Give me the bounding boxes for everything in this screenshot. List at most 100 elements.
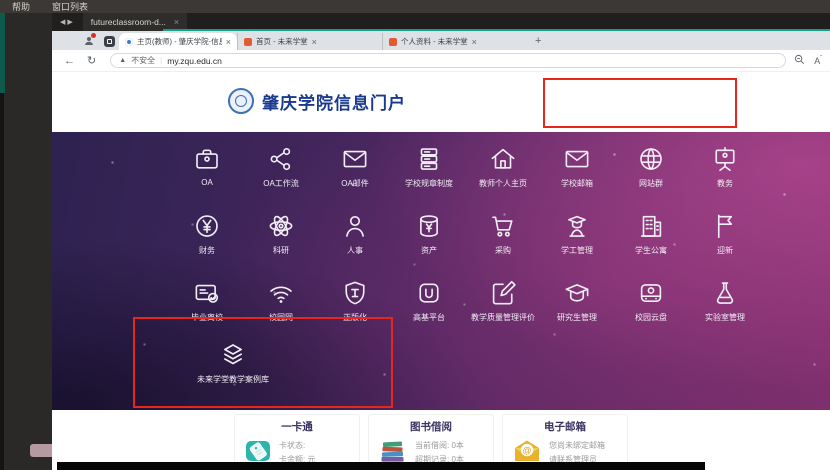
profile-icon[interactable] xyxy=(82,34,96,48)
service-item-17[interactable]: 校园网 xyxy=(244,276,318,343)
flask-icon xyxy=(710,276,740,310)
notification-dot xyxy=(91,33,96,38)
service-item-19[interactable]: 高基平台 xyxy=(392,276,466,343)
service-label: 网站群 xyxy=(639,178,663,189)
url-text[interactable]: my.zqu.edu.cn xyxy=(167,56,222,66)
service-item-1[interactable]: OA工作流 xyxy=(244,142,318,209)
warning-icon[interactable]: ▲ xyxy=(119,57,126,64)
edit-icon xyxy=(488,276,518,310)
card-line: 卡状态: xyxy=(279,440,315,451)
home-icon xyxy=(488,142,518,176)
briefcase-icon xyxy=(192,142,222,176)
close-icon[interactable]: × xyxy=(312,37,317,47)
building-icon xyxy=(636,209,666,243)
redaction-bar xyxy=(57,462,705,470)
service-item-13[interactable]: 学工管理 xyxy=(540,209,614,276)
services-grid: OAOA工作流OA邮件学校规章制度 教师个人主页 学校邮箱 网站群 教务财务科研 人事资产… xyxy=(170,142,764,343)
layers-icon xyxy=(218,338,248,372)
close-icon[interactable]: × xyxy=(472,37,477,47)
service-label: 科研 xyxy=(273,245,289,256)
service-item-21[interactable]: 研究生管理 xyxy=(540,276,614,343)
text-size-icon[interactable]: Aˆ xyxy=(814,56,822,66)
cart-icon xyxy=(488,209,518,243)
services-banner: OAOA工作流OA邮件学校规章制度 教师个人主页 学校邮箱 网站群 教务财务科研 人事资产… xyxy=(52,132,830,410)
service-item-9[interactable]: 科研 xyxy=(244,209,318,276)
info-card-2[interactable]: 电子邮箱@您尚未绑定邮箱请联系管理员 xyxy=(502,414,628,468)
service-item-7[interactable]: 教务 xyxy=(688,142,762,209)
desktop-side-panel xyxy=(0,13,52,470)
svg-text:@: @ xyxy=(522,445,531,455)
service-label: 正版化 xyxy=(343,312,367,323)
service-item-14[interactable]: 学生公寓 xyxy=(614,209,688,276)
globe-icon xyxy=(636,142,666,176)
atom-icon xyxy=(266,209,296,243)
info-card-1[interactable]: 图书借阅当前借阅: 0本超期记录: 0本 xyxy=(368,414,494,468)
student-icon xyxy=(562,209,592,243)
service-item-0[interactable]: OA xyxy=(170,142,244,209)
service-item-11[interactable]: 资产 xyxy=(392,209,466,276)
service-item-future-classroom-case-library[interactable]: 未来学堂教学案例库 xyxy=(178,338,288,385)
service-label: 教学质量管理评价 xyxy=(471,312,535,323)
service-item-15[interactable]: 迎新 xyxy=(688,209,762,276)
quick-info-section: 一卡通卡状态:卡余额: 元图书借阅当前借阅: 0本超期记录: 0本电子邮箱@您尚… xyxy=(52,410,830,470)
service-label: 教师个人主页 xyxy=(479,178,527,189)
browser-window: 主页(教师) - 肇庆学院-信息门户 × 首页 - 未来学堂 × 个人资料 - … xyxy=(52,31,830,470)
service-item-23[interactable]: 实验室管理 xyxy=(688,276,762,343)
service-item-10[interactable]: 人事 xyxy=(318,209,392,276)
tab-nav-arrows[interactable]: ◀▶ xyxy=(60,18,75,26)
close-icon[interactable]: × xyxy=(226,37,231,47)
tab-title: 个人资料 - 未来学堂 xyxy=(401,36,468,47)
service-item-8[interactable]: 财务 xyxy=(170,209,244,276)
tab-future-classroom-home[interactable]: 首页 - 未来学堂 × xyxy=(237,33,382,50)
browser-tabstrip: 主页(教师) - 肇庆学院-信息门户 × 首页 - 未来学堂 × 个人资料 - … xyxy=(52,31,830,50)
tab-future-classroom-profile[interactable]: 个人资料 - 未来学堂 × xyxy=(382,33,527,50)
service-item-6[interactable]: 网站群 xyxy=(614,142,688,209)
envelope-icon xyxy=(340,142,370,176)
service-label: 学校规章制度 xyxy=(405,178,453,189)
new-tab-button[interactable]: + xyxy=(535,35,541,47)
service-label: 校园网 xyxy=(269,312,293,323)
service-label: 学工管理 xyxy=(561,245,593,256)
portal-header: 肇庆学院信息门户 欢迎您！未来学堂教学案例库 修改密码 退出 xyxy=(52,72,830,132)
address-bar[interactable]: ▲ 不安全 | my.zqu.edu.cn xyxy=(110,53,786,68)
service-item-18[interactable]: 正版化 xyxy=(318,276,392,343)
card-title: 电子邮箱 xyxy=(503,419,627,434)
grad-cap-icon xyxy=(562,276,592,310)
menu-help[interactable]: 帮助 xyxy=(12,0,30,13)
site-title: 肇庆学院信息门户 xyxy=(262,89,406,114)
service-item-4[interactable]: 教师个人主页 xyxy=(466,142,540,209)
yen-circle-icon xyxy=(192,209,222,243)
info-card-0[interactable]: 一卡通卡状态:卡余额: 元 xyxy=(234,414,360,468)
tab-zqu-portal[interactable]: 主页(教师) - 肇庆学院-信息门户 × xyxy=(119,33,237,50)
star-decoration xyxy=(52,132,53,133)
service-label: 高基平台 xyxy=(413,312,445,323)
zoom-out-icon[interactable] xyxy=(794,54,805,67)
card-check-icon xyxy=(192,276,222,310)
person-icon xyxy=(340,209,370,243)
desktop-accent-strip xyxy=(0,13,5,93)
service-item-22[interactable]: 校园云盘 xyxy=(614,276,688,343)
service-label: 实验室管理 xyxy=(705,312,745,323)
future-classroom-favicon xyxy=(389,38,397,46)
u-square-icon xyxy=(414,276,444,310)
envelope-icon xyxy=(562,142,592,176)
service-item-12[interactable]: 采购 xyxy=(466,209,540,276)
refresh-icon[interactable]: ↻ xyxy=(87,54,96,67)
service-item-5[interactable]: 学校邮箱 xyxy=(540,142,614,209)
menu-window-list[interactable]: 窗口列表 xyxy=(52,0,88,13)
service-item-2[interactable]: OA邮件 xyxy=(318,142,392,209)
database-yen-icon xyxy=(414,209,444,243)
service-item-16[interactable]: 毕业离校 xyxy=(170,276,244,343)
service-label: 教务 xyxy=(717,178,733,189)
portal-brand[interactable]: 肇庆学院信息门户 xyxy=(228,88,406,114)
back-icon[interactable]: ← xyxy=(64,55,75,67)
card-title: 一卡通 xyxy=(235,419,359,434)
service-label: 学校邮箱 xyxy=(561,178,593,189)
flag-icon xyxy=(710,209,740,243)
card-line: 您尚未绑定邮箱 xyxy=(549,440,605,451)
close-icon[interactable]: × xyxy=(174,17,179,27)
share-nodes-icon xyxy=(266,142,296,176)
workspaces-icon[interactable] xyxy=(102,34,116,48)
service-item-3[interactable]: 学校规章制度 xyxy=(392,142,466,209)
service-item-20[interactable]: 教学质量管理评价 xyxy=(466,276,540,343)
